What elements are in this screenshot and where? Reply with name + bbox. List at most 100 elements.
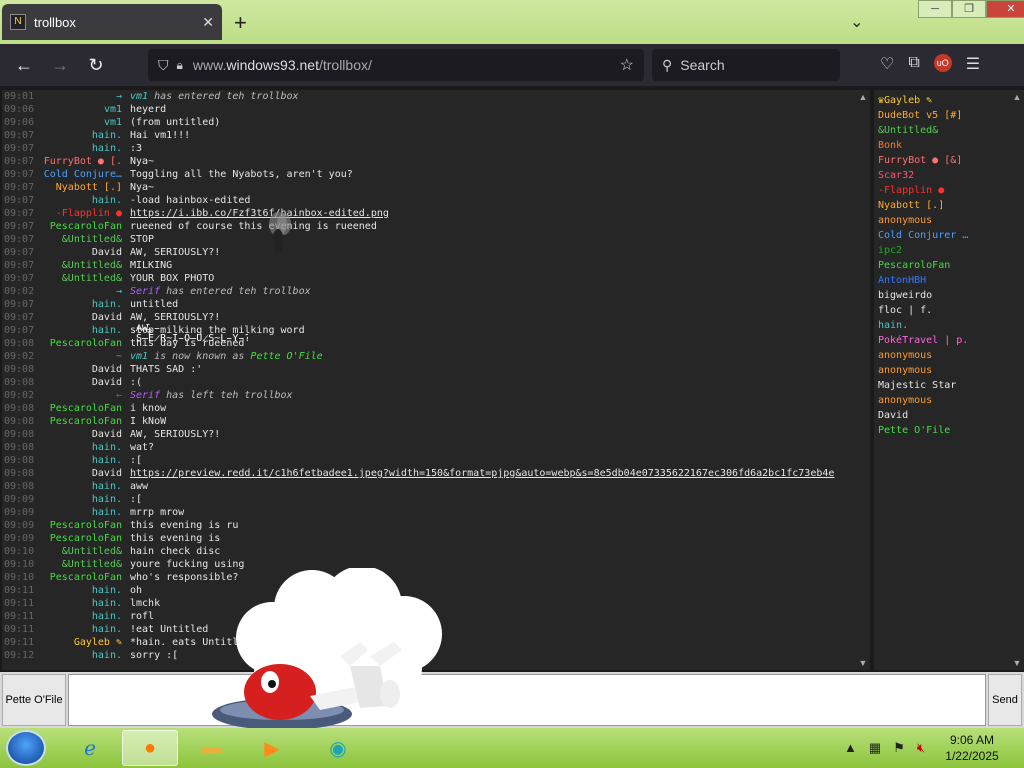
message-nick[interactable]: ← <box>42 389 130 402</box>
message-nick[interactable]: PescaroloFan <box>42 571 130 584</box>
start-button[interactable] <box>6 730 46 766</box>
action-center-flag-icon[interactable]: ⚑ <box>893 740 905 756</box>
message-nick[interactable]: &Untitled& <box>42 272 130 285</box>
message-nick[interactable]: David <box>42 311 130 324</box>
bookmark-star-icon[interactable]: ☆ <box>620 55 634 75</box>
pocket-icon[interactable]: ♡ <box>880 54 894 74</box>
user-list-item[interactable]: anonymous <box>878 348 1006 363</box>
message-nick[interactable]: -Flapplin ● <box>42 207 130 220</box>
user-list-item[interactable]: Bonk <box>878 138 1006 153</box>
message-nick[interactable]: hain. <box>42 454 130 467</box>
user-list-item[interactable]: PescaroloFan <box>878 258 1006 273</box>
search-box[interactable]: ⚲ Search <box>652 49 840 81</box>
message-nick[interactable]: hain. <box>42 480 130 493</box>
system-clock[interactable]: 9:06 AM 1/22/2025 <box>936 732 1008 764</box>
message-nick[interactable]: Gayleb ✎ <box>42 636 130 649</box>
message-nick[interactable]: hain. <box>42 623 130 636</box>
message-nick[interactable]: &Untitled& <box>42 545 130 558</box>
user-list-item[interactable]: anonymous <box>878 393 1006 408</box>
message-nick[interactable]: hain. <box>42 441 130 454</box>
message-nick[interactable]: vm1 <box>42 116 130 129</box>
app-globe-icon[interactable]: ◉ <box>310 730 366 766</box>
show-hidden-icons-chevron-icon[interactable]: ▲ <box>844 740 857 756</box>
send-button[interactable]: Send <box>988 674 1022 726</box>
message-nick[interactable]: hain. <box>42 142 130 155</box>
tab-trollbox[interactable]: N trollbox ✕ <box>2 4 222 40</box>
hamburger-menu-icon[interactable]: ☰ <box>966 54 980 74</box>
message-nick[interactable]: → <box>42 285 130 298</box>
message-nick[interactable]: &Untitled& <box>42 558 130 571</box>
message-input[interactable] <box>68 674 986 726</box>
user-list-item[interactable]: ipc2 <box>878 243 1006 258</box>
file-explorer-folder-icon[interactable]: ▬ <box>184 730 240 766</box>
user-list-item[interactable]: Scar32 <box>878 168 1006 183</box>
my-nickname-button[interactable]: Pette O'File <box>2 674 66 726</box>
user-list-item[interactable]: bigweirdo <box>878 288 1006 303</box>
message-nick[interactable]: vm1 <box>42 103 130 116</box>
user-list-item[interactable]: floc | f. <box>878 303 1006 318</box>
message-nick[interactable]: hain. <box>42 584 130 597</box>
message-nick[interactable]: ~ <box>42 350 130 363</box>
message-nick[interactable]: hain. <box>42 324 130 337</box>
message-nick[interactable]: David <box>42 428 130 441</box>
message-nick[interactable]: → <box>42 90 130 103</box>
user-list-item[interactable]: AntonHBH <box>878 273 1006 288</box>
message-nick[interactable]: PescaroloFan <box>42 415 130 428</box>
maximize-button[interactable]: ❐ <box>952 0 986 18</box>
user-list-item[interactable]: Nyabott [.] <box>878 198 1006 213</box>
user-list-item[interactable]: FurryBot ● [&] <box>878 153 1006 168</box>
user-list-item[interactable]: PokéTravel | p. <box>878 333 1006 348</box>
message-nick[interactable]: hain. <box>42 194 130 207</box>
message-nick[interactable]: hain. <box>42 649 130 662</box>
reload-icon[interactable]: ↻ <box>78 55 114 76</box>
minimize-button[interactable]: ─ <box>918 0 952 18</box>
user-list-item[interactable]: David <box>878 408 1006 423</box>
message-nick[interactable]: FurryBot ● [. <box>42 155 130 168</box>
user-list-item[interactable]: anonymous <box>878 213 1006 228</box>
message-nick[interactable]: hain. <box>42 493 130 506</box>
message-nick[interactable]: David <box>42 376 130 389</box>
close-tab-icon[interactable]: ✕ <box>202 14 214 31</box>
message-link[interactable]: https://preview.redd.it/c1h6fetbadee1.jp… <box>130 468 834 479</box>
message-nick[interactable]: hain. <box>42 298 130 311</box>
lock-icon[interactable]: 🔒︎ <box>177 58 183 73</box>
message-nick[interactable]: David <box>42 363 130 376</box>
ublock-origin-icon[interactable]: uO <box>933 54 952 72</box>
user-list-item[interactable]: Majestic Star <box>878 378 1006 393</box>
chat-scrollbar[interactable]: ▲ ▼ <box>856 90 870 670</box>
message-nick[interactable]: David <box>42 467 130 480</box>
tracking-protection-shield-icon[interactable]: ⛉ <box>158 57 169 74</box>
message-nick[interactable]: &Untitled& <box>42 259 130 272</box>
user-list-item[interactable]: Cold Conjurer … <box>878 228 1006 243</box>
message-nick[interactable]: PescaroloFan <box>42 519 130 532</box>
network-icon[interactable]: ▦ <box>869 740 881 756</box>
message-nick[interactable]: David <box>42 246 130 259</box>
internet-explorer-icon[interactable]: ℯ <box>62 730 118 766</box>
new-tab-button[interactable]: + <box>234 10 247 36</box>
message-nick[interactable]: &Untitled& <box>42 233 130 246</box>
user-list-item[interactable]: anonymous <box>878 363 1006 378</box>
message-nick[interactable]: PescaroloFan <box>42 532 130 545</box>
firefox-icon[interactable]: ● <box>122 730 178 766</box>
extensions-puzzle-icon[interactable]: ⧉ <box>908 54 919 74</box>
media-player-icon[interactable]: ▶ <box>244 730 300 766</box>
message-nick[interactable]: hain. <box>42 610 130 623</box>
message-nick[interactable]: PescaroloFan <box>42 220 130 233</box>
url-text[interactable]: www.windows93.net/trollbox/ <box>193 57 620 73</box>
message-nick[interactable]: Cold Conjure… <box>42 168 130 181</box>
volume-muted-icon[interactable]: 🔇︎ <box>917 740 925 756</box>
user-list-scrollbar[interactable]: ▲ ▼ <box>1010 90 1024 670</box>
message-nick[interactable]: hain. <box>42 597 130 610</box>
user-list-item[interactable]: &Untitled& <box>878 123 1006 138</box>
user-list-item[interactable]: hain. <box>878 318 1006 333</box>
user-list-item[interactable]: ♛Gayleb ✎ <box>878 93 1006 108</box>
list-all-tabs-chevron-icon[interactable]: ⌄ <box>850 12 863 32</box>
forward-arrow-icon[interactable]: → <box>42 55 78 76</box>
address-bar[interactable]: ⛉ 🔒︎ www.windows93.net/trollbox/ ☆ <box>148 49 644 81</box>
message-nick[interactable]: PescaroloFan <box>42 337 130 350</box>
close-window-button[interactable]: ✕ <box>986 0 1024 18</box>
message-nick[interactable]: PescaroloFan <box>42 402 130 415</box>
message-nick[interactable]: hain. <box>42 506 130 519</box>
user-list-item[interactable]: Pette O'File <box>878 423 1006 438</box>
user-list-item[interactable]: -Flapplin ● <box>878 183 1006 198</box>
